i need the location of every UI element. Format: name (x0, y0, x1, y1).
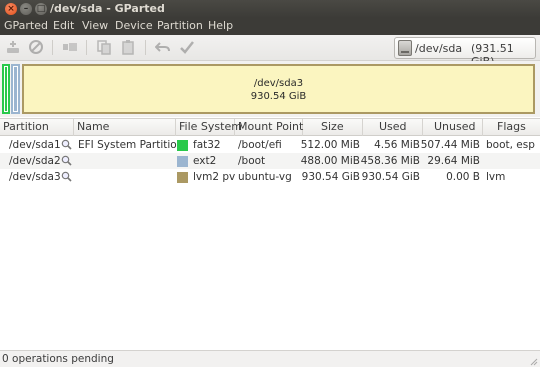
apply-icon[interactable] (179, 39, 195, 55)
delete-partition-icon[interactable] (28, 39, 44, 55)
partition-block-name: /dev/sda3 (253, 78, 304, 89)
disk-graphic: /dev/sda3 930.54 GiB (0, 61, 540, 117)
menu-device[interactable]: Device (115, 19, 153, 32)
menu-edit[interactable]: Edit (53, 19, 74, 32)
column-header-file-system[interactable]: File System (176, 119, 242, 136)
magnifier-icon (61, 139, 72, 150)
partition-block-sda2[interactable] (11, 64, 20, 114)
maximize-window-button[interactable]: □ (35, 3, 47, 15)
column-header-used[interactable]: Used (363, 119, 423, 136)
size-cell: 512.00 MiB (300, 139, 360, 151)
partition-cell: /dev/sda1 (9, 139, 61, 151)
column-header-size[interactable]: Size (303, 119, 363, 136)
column-header-partition[interactable]: Partition (0, 119, 74, 136)
magnifier-icon (61, 155, 72, 166)
minimize-window-button[interactable]: – (20, 3, 32, 15)
window-title: /dev/sda - GParted (50, 2, 165, 15)
used-cell: 930.54 GiB (361, 171, 420, 183)
table-row[interactable]: /dev/sda2 ext2 /boot 488.00 MiB 458.36 M… (0, 153, 540, 169)
mount-point-cell: /boot/efi (238, 139, 282, 151)
name-cell: EFI System Partition (78, 139, 184, 151)
toolbar: /dev/sda (931.51 GiB) (0, 35, 540, 68)
resize-grip-icon[interactable] (528, 356, 538, 366)
filesystem-cell: ext2 (193, 155, 217, 167)
flags-cell: lvm (486, 171, 506, 183)
undo-icon[interactable] (155, 39, 171, 55)
menu-gparted[interactable]: GParted (4, 19, 48, 32)
unused-cell: 507.44 MiB (420, 139, 480, 151)
hard-disk-icon (398, 40, 412, 56)
device-selector[interactable]: /dev/sda (931.51 GiB) (394, 37, 536, 68)
partition-cell: /dev/sda3 (9, 171, 61, 183)
filesystem-cell: fat32 (193, 139, 221, 151)
copy-icon[interactable] (96, 39, 112, 55)
new-partition-icon[interactable] (5, 39, 21, 55)
size-cell: 930.54 GiB (301, 171, 360, 183)
column-header-mount-point[interactable]: Mount Point (235, 119, 303, 136)
filesystem-cell: lvm2 pv (193, 171, 236, 183)
close-window-button[interactable]: × (5, 3, 17, 15)
table-row[interactable]: /dev/sda3 lvm2 pv ubuntu-vg 930.54 GiB 9… (0, 169, 540, 185)
status-text: 0 operations pending (2, 353, 114, 365)
menu-bar: GParted Edit View Device Partition Help (0, 18, 540, 35)
column-header-name[interactable]: Name (74, 119, 176, 136)
toolbar-separator (86, 40, 87, 55)
menu-view[interactable]: View (82, 19, 108, 32)
device-path: /dev/sda (415, 42, 463, 55)
partition-table: Partition Name File System Mount Point S… (0, 118, 540, 350)
menu-help[interactable]: Help (208, 19, 233, 32)
unused-cell: 0.00 B (446, 171, 480, 183)
paste-icon[interactable] (120, 39, 136, 55)
used-cell: 4.56 MiB (374, 139, 420, 151)
table-header: Partition Name File System Mount Point S… (0, 119, 540, 136)
status-bar: 0 operations pending (0, 350, 540, 367)
column-header-flags[interactable]: Flags (483, 119, 540, 136)
filesystem-color-swatch (177, 156, 188, 167)
toolbar-separator (52, 40, 53, 55)
filesystem-color-swatch (177, 140, 188, 151)
table-row[interactable]: /dev/sda1 EFI System Partition fat32 /bo… (0, 137, 540, 153)
column-header-unused[interactable]: Unused (423, 119, 483, 136)
magnifier-icon (61, 171, 72, 182)
partition-cell: /dev/sda2 (9, 155, 61, 167)
filesystem-color-swatch (177, 172, 188, 183)
mount-point-cell: ubuntu-vg (238, 171, 292, 183)
partition-block-sda1[interactable] (2, 64, 10, 114)
partition-block-size: 930.54 GiB (250, 91, 307, 102)
resize-move-icon[interactable] (62, 39, 78, 55)
used-cell: 458.36 MiB (360, 155, 420, 167)
title-bar: × – □ /dev/sda - GParted (0, 0, 540, 18)
mount-point-cell: /boot (238, 155, 266, 167)
size-cell: 488.00 MiB (300, 155, 360, 167)
toolbar-separator (145, 40, 146, 55)
flags-cell: boot, esp (486, 139, 535, 151)
menu-partition[interactable]: Partition (157, 19, 203, 32)
partition-block-sda3[interactable]: /dev/sda3 930.54 GiB (22, 64, 535, 114)
unused-cell: 29.64 MiB (427, 155, 480, 167)
